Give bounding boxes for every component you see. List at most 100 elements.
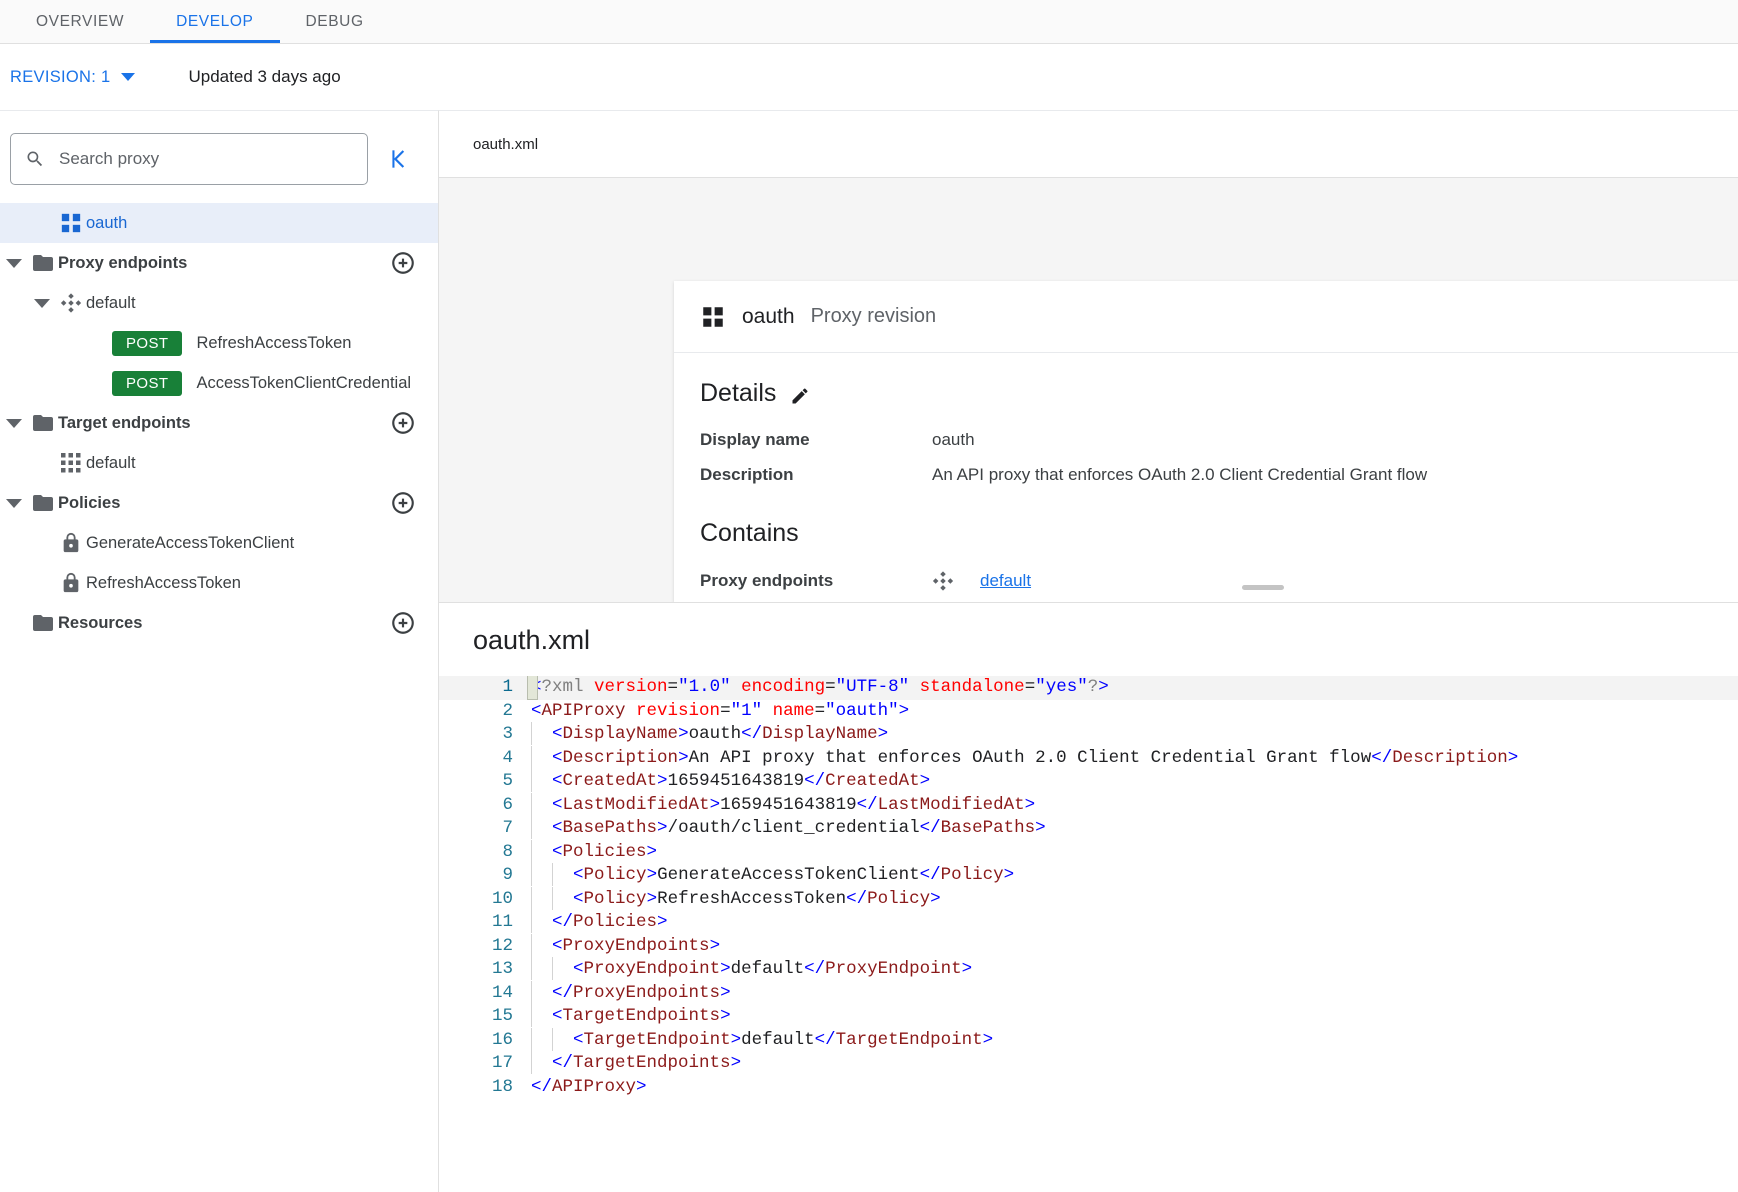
card-header: oauth Proxy revision <box>674 281 1738 353</box>
endpoint-diamond-icon <box>932 570 954 592</box>
line-number: 6 <box>439 794 531 818</box>
contains-row: Proxy endpointsdefault <box>700 570 1738 592</box>
panel-resize-handle[interactable] <box>1242 585 1284 590</box>
expand-collapse-arrow-icon[interactable] <box>0 499 28 508</box>
tree-item-oauth[interactable]: oauth <box>0 203 438 243</box>
folder-icon-slot <box>28 491 58 515</box>
proxy-sidebar: oauthProxy endpointsdefaultPOSTRefreshAc… <box>0 110 439 1192</box>
code-line: 16 <TargetEndpoint>default</TargetEndpoi… <box>439 1029 1738 1053</box>
target-grid-icon-slot <box>56 453 86 473</box>
tree-item-refreshaccesstoken[interactable]: RefreshAccessToken <box>0 563 438 603</box>
expand-collapse-arrow-icon[interactable] <box>0 419 28 428</box>
tree-item-proxy-endpoints[interactable]: Proxy endpoints <box>0 243 438 283</box>
code-line-text: </ProxyEndpoints> <box>531 981 1738 1006</box>
code-line: 6 <LastModifiedAt>1659451643819</LastMod… <box>439 794 1738 818</box>
card-title: oauth <box>742 305 795 329</box>
line-number: 17 <box>439 1052 531 1076</box>
file-tab-oauth-xml[interactable]: oauth.xml <box>473 136 538 153</box>
search-row <box>0 111 438 185</box>
line-number: 13 <box>439 958 531 982</box>
proxy-grid-icon <box>60 212 82 234</box>
tab-overview[interactable]: OVERVIEW <box>10 0 150 43</box>
tree-item-label: Resources <box>58 614 142 633</box>
proxy-revision-card: oauth Proxy revision Details Display nam… <box>674 281 1738 602</box>
code-line-text: <TargetEndpoint>default</TargetEndpoint> <box>531 1028 1738 1053</box>
tree-item-label: RefreshAccessToken <box>86 574 241 593</box>
endpoint-diamond-icon-slot <box>56 292 86 314</box>
line-number: 18 <box>439 1076 531 1100</box>
tree-item-generateaccesstokenclient[interactable]: GenerateAccessTokenClient <box>0 523 438 563</box>
line-number: 2 <box>439 700 531 724</box>
folder-icon-slot <box>28 411 58 435</box>
code-line: 5 <CreatedAt>1659451643819</CreatedAt> <box>439 770 1738 794</box>
tree-item-accesstokenclientcredential[interactable]: POSTAccessTokenClientCredential <box>0 363 438 403</box>
main-split: oauthProxy endpointsdefaultPOSTRefreshAc… <box>0 110 1738 1192</box>
code-line-text: <?xml version="1.0" encoding="UTF-8" sta… <box>531 676 1738 700</box>
add-policies-button[interactable] <box>390 490 416 516</box>
code-line: 8 <Policies> <box>439 841 1738 865</box>
tree-item-label: Policies <box>58 494 120 513</box>
code-area[interactable]: 1<?xml version="1.0" encoding="UTF-8" st… <box>439 676 1738 1192</box>
tab-label: DEVELOP <box>176 13 253 31</box>
search-proxy-box[interactable] <box>10 133 368 185</box>
tree-item-target-endpoints[interactable]: Target endpoints <box>0 403 438 443</box>
collapse-sidebar-button[interactable] <box>378 137 422 181</box>
tree-item-label: Target endpoints <box>58 414 191 433</box>
code-line-text: <APIProxy revision="1" name="oauth"> <box>531 700 1738 724</box>
plus-circle-icon <box>390 250 416 276</box>
line-number: 15 <box>439 1005 531 1029</box>
code-line-text: <Policy>RefreshAccessToken</Policy> <box>531 887 1738 912</box>
http-method-badge: POST <box>112 371 182 396</box>
endpoint-diamond-icon <box>60 292 82 314</box>
apigee-proxy-editor: OVERVIEW DEVELOP DEBUG REVISION: 1 Updated… <box>0 0 1738 1192</box>
code-line-text: <Policy>GenerateAccessTokenClient</Polic… <box>531 863 1738 888</box>
code-line: 9 <Policy>GenerateAccessTokenClient</Pol… <box>439 864 1738 888</box>
card-body: Details Display nameoauth DescriptionAn A… <box>674 353 1738 602</box>
tab-debug[interactable]: DEBUG <box>280 0 390 43</box>
lock-icon <box>60 572 82 594</box>
add-target-endpoints-button[interactable] <box>390 410 416 436</box>
code-line-text: <CreatedAt>1659451643819</CreatedAt> <box>531 769 1738 794</box>
add-proxy-endpoints-button[interactable] <box>390 250 416 276</box>
revision-bar: REVISION: 1 Updated 3 days ago <box>0 44 1738 110</box>
edit-pencil-icon[interactable] <box>790 384 810 404</box>
chevron-down-icon <box>121 73 135 81</box>
updated-text: Updated 3 days ago <box>189 67 341 87</box>
tab-develop[interactable]: DEVELOP <box>150 0 279 43</box>
tree-item-default[interactable]: default <box>0 443 438 483</box>
line-number: 11 <box>439 911 531 935</box>
code-line: 7 <BasePaths>/oauth/client_credential</B… <box>439 817 1738 841</box>
detail-row: DescriptionAn API proxy that enforces OA… <box>700 465 1738 485</box>
detail-panel: oauth Proxy revision Details Display nam… <box>439 178 1738 602</box>
code-line-text: </Policies> <box>531 910 1738 935</box>
tab-label: OVERVIEW <box>36 13 124 31</box>
line-number: 16 <box>439 1029 531 1053</box>
card-subtitle: Proxy revision <box>811 305 937 328</box>
search-input[interactable] <box>57 148 353 170</box>
tree-item-default[interactable]: default <box>0 283 438 323</box>
tree-item-resources[interactable]: Resources <box>0 603 438 643</box>
line-number: 3 <box>439 723 531 747</box>
expand-collapse-arrow-icon[interactable] <box>0 259 28 268</box>
details-heading: Details <box>700 379 776 408</box>
folder-icon <box>31 251 55 275</box>
detail-value: oauth <box>932 430 975 450</box>
tree-item-refreshaccesstoken[interactable]: POSTRefreshAccessToken <box>0 323 438 363</box>
tree-item-policies[interactable]: Policies <box>0 483 438 523</box>
endpoint-diamond-icon-slot <box>932 570 980 592</box>
code-line-text: <Description>An API proxy that enforces … <box>531 746 1738 771</box>
code-line: 10 <Policy>RefreshAccessToken</Policy> <box>439 888 1738 912</box>
revision-selector[interactable]: REVISION: 1 <box>10 68 135 87</box>
code-line: 4 <Description>An API proxy that enforce… <box>439 747 1738 771</box>
add-resources-button[interactable] <box>390 610 416 636</box>
target-grid-icon <box>61 453 81 473</box>
lock-icon-slot <box>56 572 86 594</box>
tree-item-label: default <box>86 454 136 473</box>
expand-collapse-arrow-icon[interactable] <box>28 299 56 308</box>
detail-key: Display name <box>700 430 932 450</box>
contains-link[interactable]: default <box>980 571 1031 591</box>
code-line-text: </TargetEndpoints> <box>531 1051 1738 1076</box>
line-number: 1 <box>439 676 531 700</box>
line-number: 10 <box>439 888 531 912</box>
proxy-tree: oauthProxy endpointsdefaultPOSTRefreshAc… <box>0 203 438 643</box>
